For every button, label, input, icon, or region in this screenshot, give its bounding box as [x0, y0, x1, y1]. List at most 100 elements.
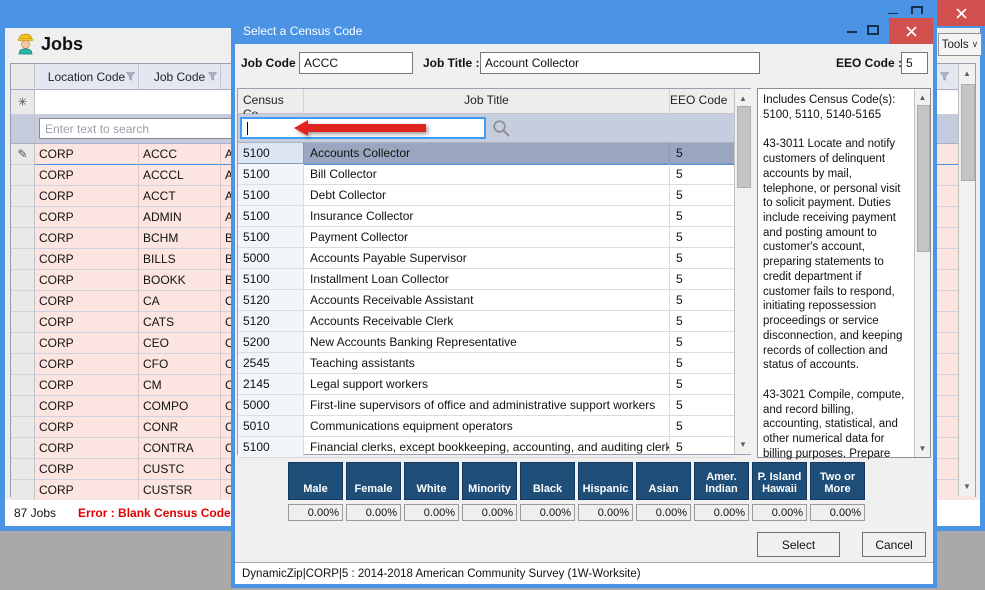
- column-header-census-code[interactable]: Census Co...: [238, 89, 304, 113]
- cancel-button[interactable]: Cancel: [862, 532, 926, 557]
- location-code-cell: CORP: [35, 480, 139, 501]
- job-code-cell: ADMIN: [139, 207, 221, 228]
- dialog-minimize-icon[interactable]: [847, 31, 857, 33]
- demographic-button[interactable]: Asian: [636, 462, 691, 500]
- scroll-up-icon[interactable]: ▲: [915, 93, 930, 102]
- scrollbar-thumb[interactable]: [737, 106, 751, 188]
- job-code-cell: BILLS: [139, 249, 221, 270]
- demographic-button[interactable]: Black: [520, 462, 575, 500]
- scrollbar-thumb[interactable]: [917, 105, 930, 252]
- census-code-cell: 5100: [238, 227, 304, 248]
- demographic-button[interactable]: Minority: [462, 462, 517, 500]
- census-row[interactable]: 5100Installment Loan Collector5: [238, 269, 750, 290]
- scroll-up-icon[interactable]: ▲: [959, 69, 975, 78]
- census-row[interactable]: 5120Accounts Receivable Assistant5: [238, 290, 750, 311]
- location-code-cell: CORP: [35, 438, 139, 459]
- census-row[interactable]: 5100Financial clerks, except bookkeeping…: [238, 437, 750, 458]
- column-header-eeo-code[interactable]: EEO Code: [670, 89, 734, 113]
- demographic-button[interactable]: Hispanic: [578, 462, 633, 500]
- census-title-cell: Payment Collector: [304, 227, 670, 248]
- dialog-close-button[interactable]: [889, 18, 933, 44]
- demographic-button[interactable]: Two or More: [810, 462, 865, 500]
- census-title-cell: Communications equipment operators: [304, 416, 670, 437]
- census-title-cell: Legal support workers: [304, 374, 670, 395]
- demographic-column: Minority 0.00%: [462, 462, 517, 521]
- census-row[interactable]: 2545Teaching assistants5: [238, 353, 750, 374]
- census-scrollbar[interactable]: ▲ ▼: [734, 89, 751, 454]
- census-row[interactable]: 5100Insurance Collector5: [238, 206, 750, 227]
- scroll-down-icon[interactable]: ▼: [915, 444, 930, 453]
- dialog-maximize-icon[interactable]: [867, 25, 879, 35]
- location-code-cell: CORP: [35, 396, 139, 417]
- jobs-grid-scrollbar[interactable]: ▲ ▼: [958, 64, 975, 496]
- census-description-panel: Includes Census Code(s): 5100, 5110, 514…: [757, 88, 931, 458]
- census-title-cell: Debt Collector: [304, 185, 670, 206]
- census-eeo-cell: 5: [670, 332, 734, 353]
- census-code-cell: 2545: [238, 353, 304, 374]
- page-header: Jobs: [17, 33, 83, 55]
- description-scrollbar[interactable]: ▲ ▼: [914, 89, 930, 457]
- census-title-cell: First-line supervisors of office and adm…: [304, 395, 670, 416]
- census-row[interactable]: 5100Bill Collector5: [238, 164, 750, 185]
- row-indicator: [11, 417, 35, 438]
- close-button[interactable]: [937, 0, 985, 26]
- column-header-job-code[interactable]: Job Code: [139, 64, 221, 89]
- demographic-button[interactable]: P. Island Hawaii: [752, 462, 807, 500]
- scroll-up-icon[interactable]: ▲: [735, 94, 751, 103]
- location-code-cell: CORP: [35, 291, 139, 312]
- row-indicator: [11, 480, 35, 501]
- census-row[interactable]: 5000First-line supervisors of office and…: [238, 395, 750, 416]
- census-eeo-cell: 5: [670, 290, 734, 311]
- census-code-cell: 5100: [238, 164, 304, 185]
- column-header-census-job-title[interactable]: Job Title: [304, 89, 670, 113]
- census-title-cell: New Accounts Banking Representative: [304, 332, 670, 353]
- job-code-cell: ACCC: [139, 144, 221, 165]
- chevron-down-icon: ∨: [972, 39, 979, 50]
- filter-icon[interactable]: [126, 72, 135, 81]
- tools-dropdown[interactable]: Tools ∨: [938, 33, 982, 56]
- demographic-button[interactable]: Female: [346, 462, 401, 500]
- job-title-field[interactable]: Account Collector: [480, 52, 760, 74]
- census-row[interactable]: 5100Payment Collector5: [238, 227, 750, 248]
- demographic-button[interactable]: White: [404, 462, 459, 500]
- scroll-down-icon[interactable]: ▼: [959, 482, 975, 491]
- census-code-cell: 5000: [238, 395, 304, 416]
- row-indicator: [11, 354, 35, 375]
- scroll-down-icon[interactable]: ▼: [735, 440, 751, 449]
- census-row[interactable]: 5100Debt Collector5: [238, 185, 750, 206]
- census-row[interactable]: 5010Communications equipment operators5: [238, 416, 750, 437]
- location-code-cell: CORP: [35, 186, 139, 207]
- location-code-cell: CORP: [35, 228, 139, 249]
- job-code-cell: CEO: [139, 333, 221, 354]
- census-code-cell: 2145: [238, 374, 304, 395]
- row-indicator-header: [11, 64, 35, 88]
- census-eeo-cell: 5: [670, 374, 734, 395]
- select-button[interactable]: Select: [757, 532, 840, 557]
- job-code-field[interactable]: ACCC: [299, 52, 413, 74]
- close-icon: [955, 7, 968, 20]
- column-header-location-code[interactable]: Location Code: [35, 64, 139, 89]
- scrollbar-thumb[interactable]: [961, 84, 975, 181]
- demographic-column: Black0.00%: [520, 462, 575, 521]
- search-icon[interactable]: [492, 119, 511, 138]
- filter-icon[interactable]: [208, 72, 217, 81]
- eeo-code-field[interactable]: 5: [901, 52, 928, 74]
- filter-icon[interactable]: [940, 72, 949, 81]
- census-title-cell: Accounts Receivable Clerk: [304, 311, 670, 332]
- demographic-value: 0.00%: [462, 504, 517, 521]
- census-eeo-cell: 5: [670, 311, 734, 332]
- census-row[interactable]: 5100Accounts Collector5: [238, 143, 750, 164]
- census-code-cell: 5000: [238, 248, 304, 269]
- census-eeo-cell: 5: [670, 437, 734, 458]
- demographic-button[interactable]: Amer. Indian: [694, 462, 749, 500]
- census-code-cell: 5120: [238, 290, 304, 311]
- census-title-cell: Accounts Collector: [304, 143, 670, 164]
- dialog-title: Select a Census Code: [243, 24, 362, 38]
- demographic-value: 0.00%: [578, 504, 633, 521]
- census-row[interactable]: 5000Accounts Payable Supervisor5: [238, 248, 750, 269]
- demographic-button[interactable]: Male: [288, 462, 343, 500]
- census-row[interactable]: 5200New Accounts Banking Representative5: [238, 332, 750, 353]
- job-code-cell: BOOKK: [139, 270, 221, 291]
- census-row[interactable]: 2145Legal support workers5: [238, 374, 750, 395]
- census-row[interactable]: 5120Accounts Receivable Clerk5: [238, 311, 750, 332]
